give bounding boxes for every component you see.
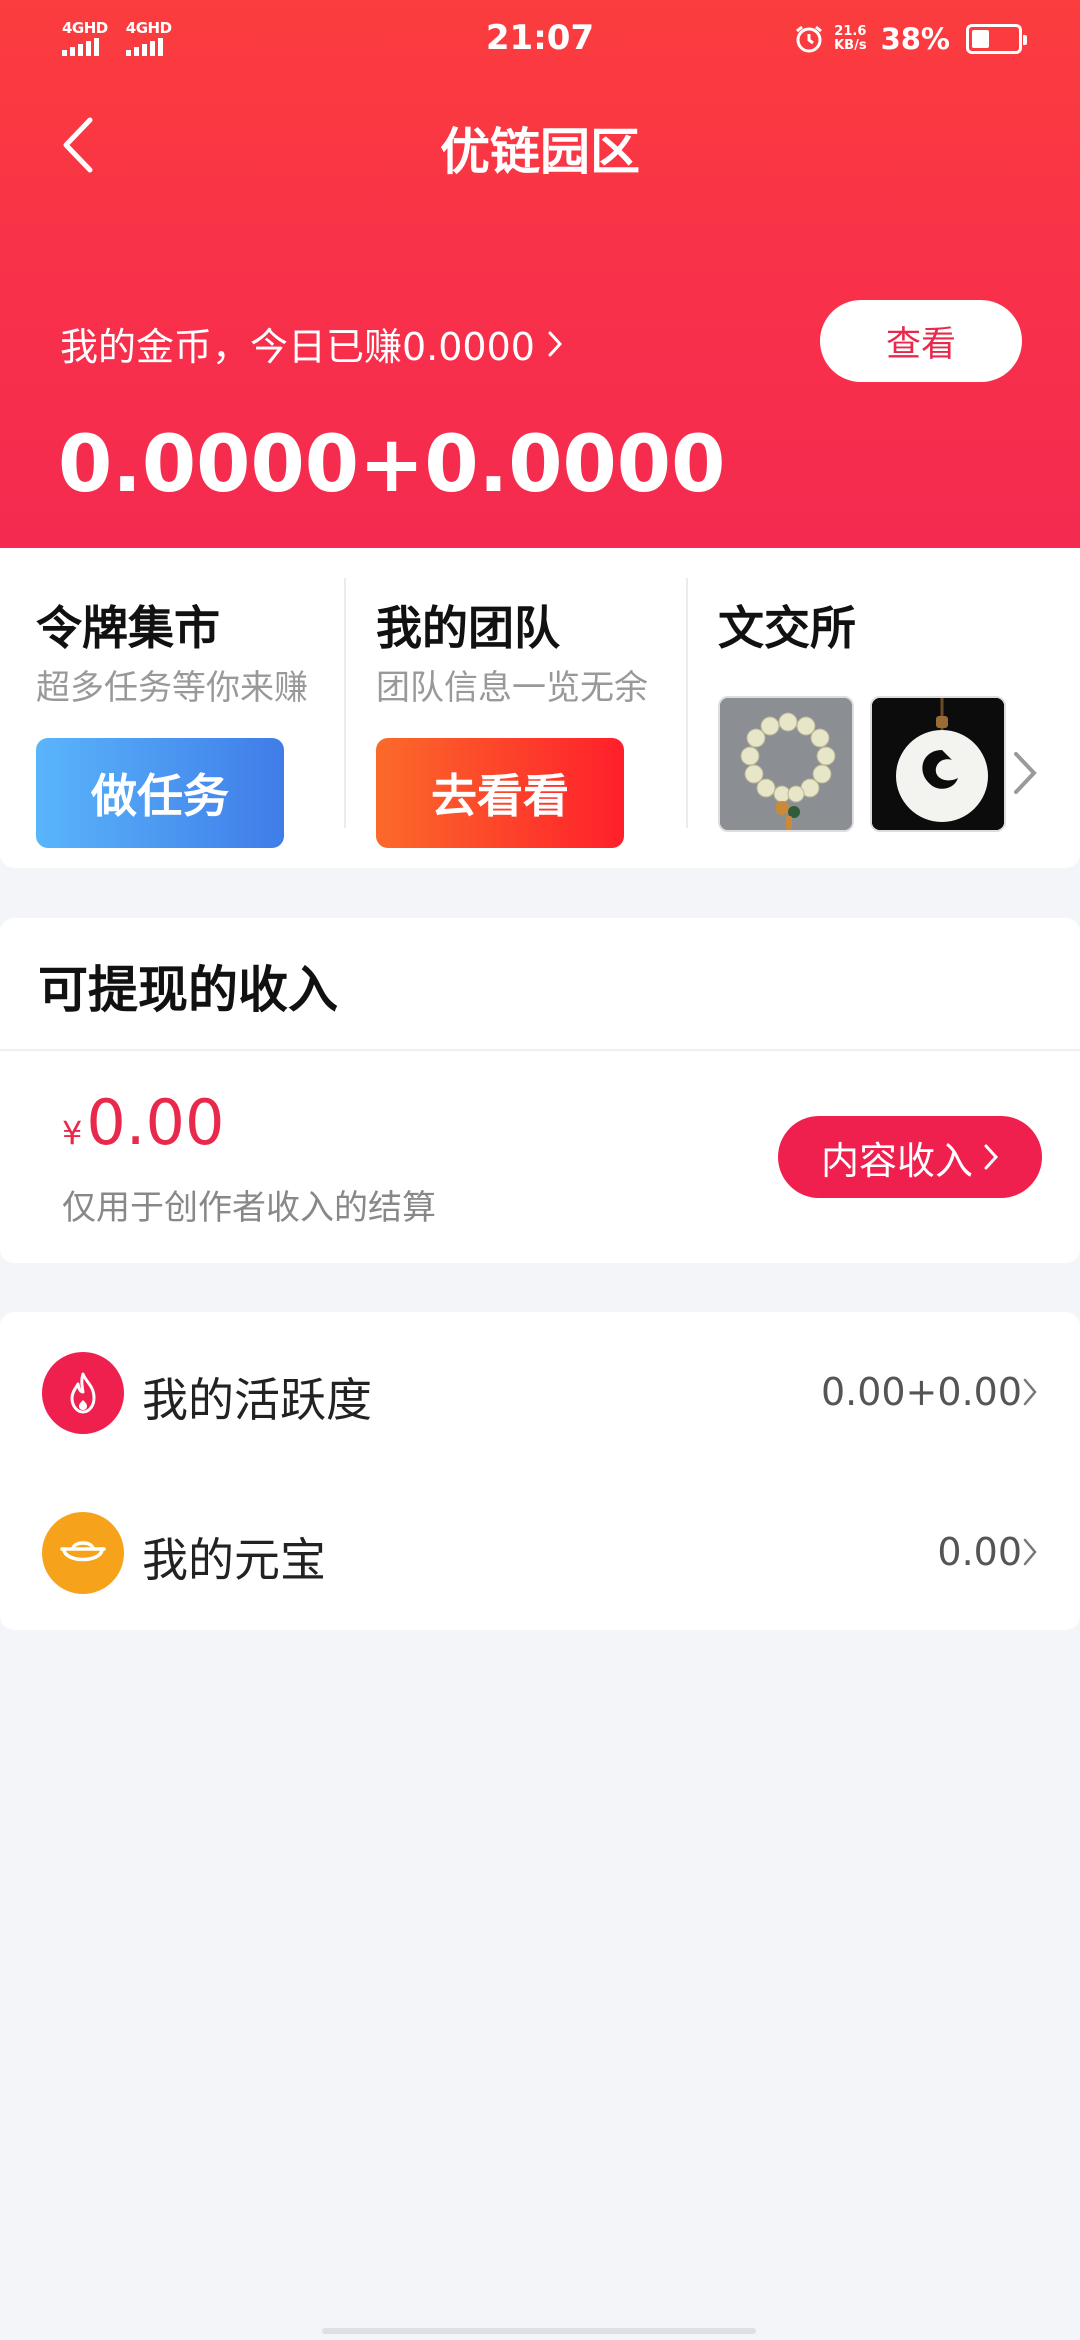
stat-value: 0.00+0.00 [820, 1370, 1022, 1414]
feature-subtitle: 团队信息一览无余 [376, 668, 648, 708]
bead-bracelet-image[interactable] [718, 696, 854, 832]
withdrawable-income-card: 可提现的收入 ¥ 0.00 仅用于创作者收入的结算 内容收入 [0, 918, 1080, 1263]
view-button[interactable]: 查看 [820, 300, 1022, 382]
net-speed-value: 21.6 [834, 24, 867, 39]
income-title: 可提现的收入 [38, 961, 338, 1019]
feature-title: 我的团队 [376, 601, 560, 655]
chevron-right-icon [984, 1144, 999, 1170]
jade-pendant-image[interactable] [870, 696, 1006, 832]
feature-exchange[interactable]: 文交所 [718, 548, 1080, 868]
battery-icon [966, 24, 1027, 54]
battery-fill [972, 30, 989, 48]
home-indicator[interactable] [322, 2328, 756, 2334]
coins-total: 0.0000+0.0000 [58, 420, 726, 510]
net-speed-unit: KB/s [834, 38, 867, 53]
net-speed: 21.6 KB/s [834, 25, 866, 53]
list-item-ingot[interactable]: 我的元宝 0.00 [0, 1472, 1080, 1632]
do-task-button[interactable]: 做任务 [36, 738, 284, 848]
divider [344, 578, 346, 828]
list-item-activity[interactable]: 我的活跃度 0.00+0.00 [0, 1312, 1080, 1472]
battery-percent: 38% [880, 22, 950, 56]
status-bar: 4GHD 4GHD 21:07 21.6 KB/s 38% [0, 0, 1080, 86]
content-income-label: 内容收入 [820, 1138, 973, 1183]
feature-title: 令牌集市 [36, 601, 220, 655]
alarm-icon [794, 24, 824, 54]
stats-list: 我的活跃度 0.00+0.00 我的元宝 0.00 [0, 1312, 1080, 1630]
bead-bracelet-icon [720, 698, 852, 830]
feature-title: 文交所 [718, 601, 856, 655]
coins-today-text: 我的金币，今日已赚0.0000 [60, 325, 535, 369]
chevron-right-icon [1023, 1378, 1037, 1406]
income-note: 仅用于创作者收入的结算 [62, 1188, 436, 1228]
flame-icon [42, 1352, 124, 1434]
chevron-right-icon [1023, 1538, 1037, 1566]
page-title: 优链园区 [440, 123, 640, 181]
income-amount: ¥ 0.00 [62, 1086, 224, 1159]
content-income-button[interactable]: 内容收入 [778, 1116, 1042, 1198]
chevron-right-icon [548, 331, 562, 356]
feature-token-market[interactable]: 令牌集市 超多任务等你来赚 做任务 [36, 548, 336, 868]
stat-label: 我的元宝 [142, 1533, 326, 1587]
go-see-button[interactable]: 去看看 [376, 738, 624, 848]
currency-symbol: ¥ [62, 1114, 83, 1152]
amount-value: 0.00 [86, 1086, 225, 1159]
status-right: 21.6 KB/s 38% [794, 22, 1027, 56]
divider [686, 578, 688, 828]
header: 4GHD 4GHD 21:07 21.6 KB/s 38% 优链园区 我的金币，… [0, 0, 1080, 548]
ingot-icon [42, 1512, 124, 1594]
feature-my-team[interactable]: 我的团队 团队信息一览无余 去看看 [376, 548, 676, 868]
divider [0, 1049, 1080, 1051]
jade-pendant-icon [872, 698, 1004, 830]
stat-value: 0.00 [937, 1530, 1022, 1574]
feature-subtitle: 超多任务等你来赚 [36, 668, 308, 708]
feature-cards: 令牌集市 超多任务等你来赚 做任务 我的团队 团队信息一览无余 去看看 文交所 [0, 548, 1080, 868]
coins-today-link[interactable]: 我的金币，今日已赚0.0000 [60, 316, 563, 371]
chevron-right-icon[interactable] [1010, 748, 1040, 798]
stat-label: 我的活跃度 [142, 1373, 372, 1427]
